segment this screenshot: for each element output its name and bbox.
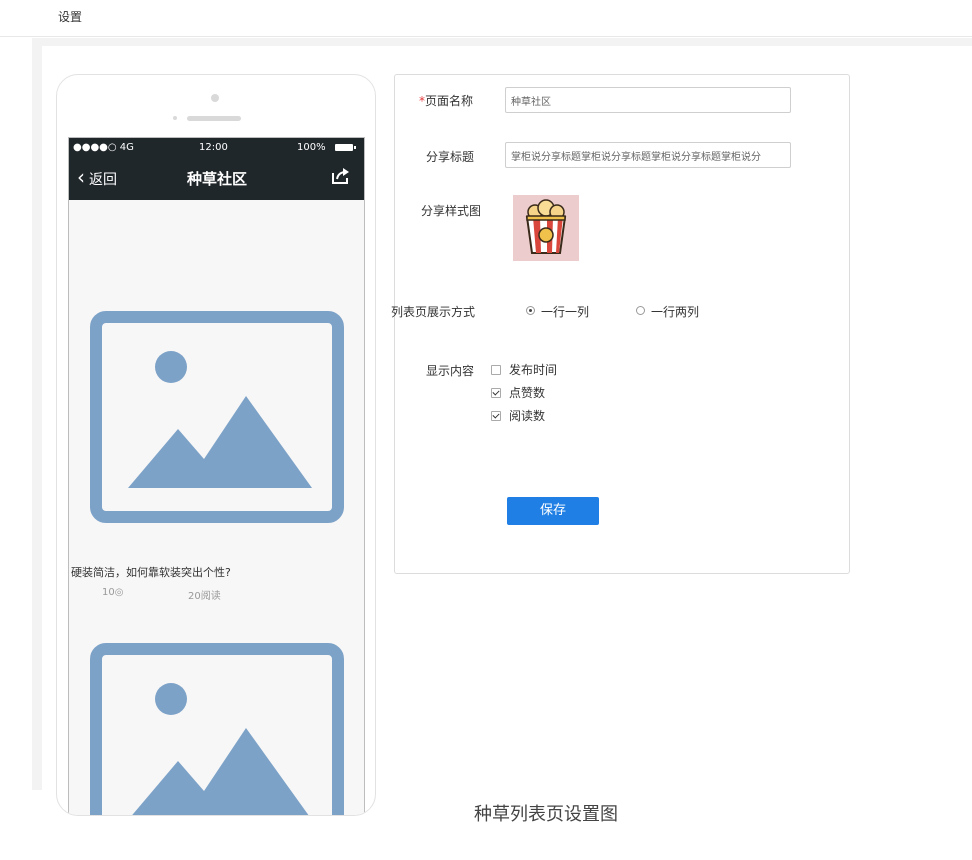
phone-screen: ●●●●○ 4G 12:00 100% ‹ 返回 种草社区 硬装简洁，如何靠软装…: [68, 137, 365, 815]
checkbox-read-count[interactable]: [491, 411, 501, 421]
checkbox-like-count[interactable]: [491, 388, 501, 398]
top-bar: 设置: [0, 0, 972, 37]
radio-two-column[interactable]: [636, 306, 645, 315]
battery-percent: 100%: [297, 142, 326, 153]
radio-one-column[interactable]: [526, 306, 535, 315]
share-image-preview[interactable]: [513, 195, 579, 261]
battery-tip: [354, 146, 356, 149]
phone-camera: [211, 94, 219, 102]
back-button[interactable]: 返回: [89, 169, 117, 189]
nav-title: 种草社区: [187, 170, 248, 188]
nav-bar: ‹ 返回 种草社区: [69, 158, 364, 200]
carrier-signal: ●●●●○ 4G: [73, 142, 134, 153]
save-button[interactable]: 保存: [507, 497, 599, 525]
figure-caption: 种草列表页设置图: [474, 804, 618, 825]
page-name-label: *页面名称: [419, 94, 474, 108]
display-content-label: 显示内容: [426, 364, 475, 378]
like-count-label[interactable]: 点赞数: [509, 384, 545, 401]
battery-icon: [335, 144, 353, 151]
status-time: 12:00: [199, 142, 228, 153]
page-name-input[interactable]: 种草社区: [505, 87, 791, 113]
read-count: 20阅读: [188, 591, 221, 602]
option-one-column-label[interactable]: 一行一列: [541, 303, 589, 320]
share-title-label: 分享标题: [426, 150, 475, 164]
share-title-input[interactable]: 掌柜说分享标题掌柜说分享标题掌柜说分享标题掌柜说分: [505, 142, 791, 168]
status-bar: ●●●●○ 4G 12:00 100%: [69, 138, 364, 158]
chevron-left-icon[interactable]: ‹: [77, 167, 85, 187]
publish-time-label[interactable]: 发布时间: [509, 361, 557, 378]
checkbox-publish-time[interactable]: [491, 365, 501, 375]
article-title[interactable]: 硬装简洁，如何靠软装突出个性?: [71, 564, 231, 580]
page-title: 设置: [58, 10, 83, 24]
phone-speaker: [187, 116, 241, 121]
image-placeholder-icon: [90, 311, 344, 523]
phone-preview: ●●●●○ 4G 12:00 100% ‹ 返回 种草社区 硬装简洁，如何靠软装…: [56, 74, 376, 816]
list-mode-label: 列表页展示方式: [391, 305, 476, 319]
popcorn-icon: [525, 199, 567, 254]
share-image-label: 分享样式图: [421, 204, 482, 218]
share-icon[interactable]: [331, 167, 351, 189]
like-count: 10◎: [102, 587, 124, 598]
read-count-label[interactable]: 阅读数: [509, 407, 545, 424]
option-two-column-label[interactable]: 一行两列: [651, 303, 699, 320]
phone-sensor: [173, 116, 177, 120]
settings-form: *页面名称 种草社区 分享标题 掌柜说分享标题掌柜说分享标题掌柜说分享标题掌柜说…: [391, 74, 850, 574]
image-placeholder-icon: [90, 643, 344, 815]
